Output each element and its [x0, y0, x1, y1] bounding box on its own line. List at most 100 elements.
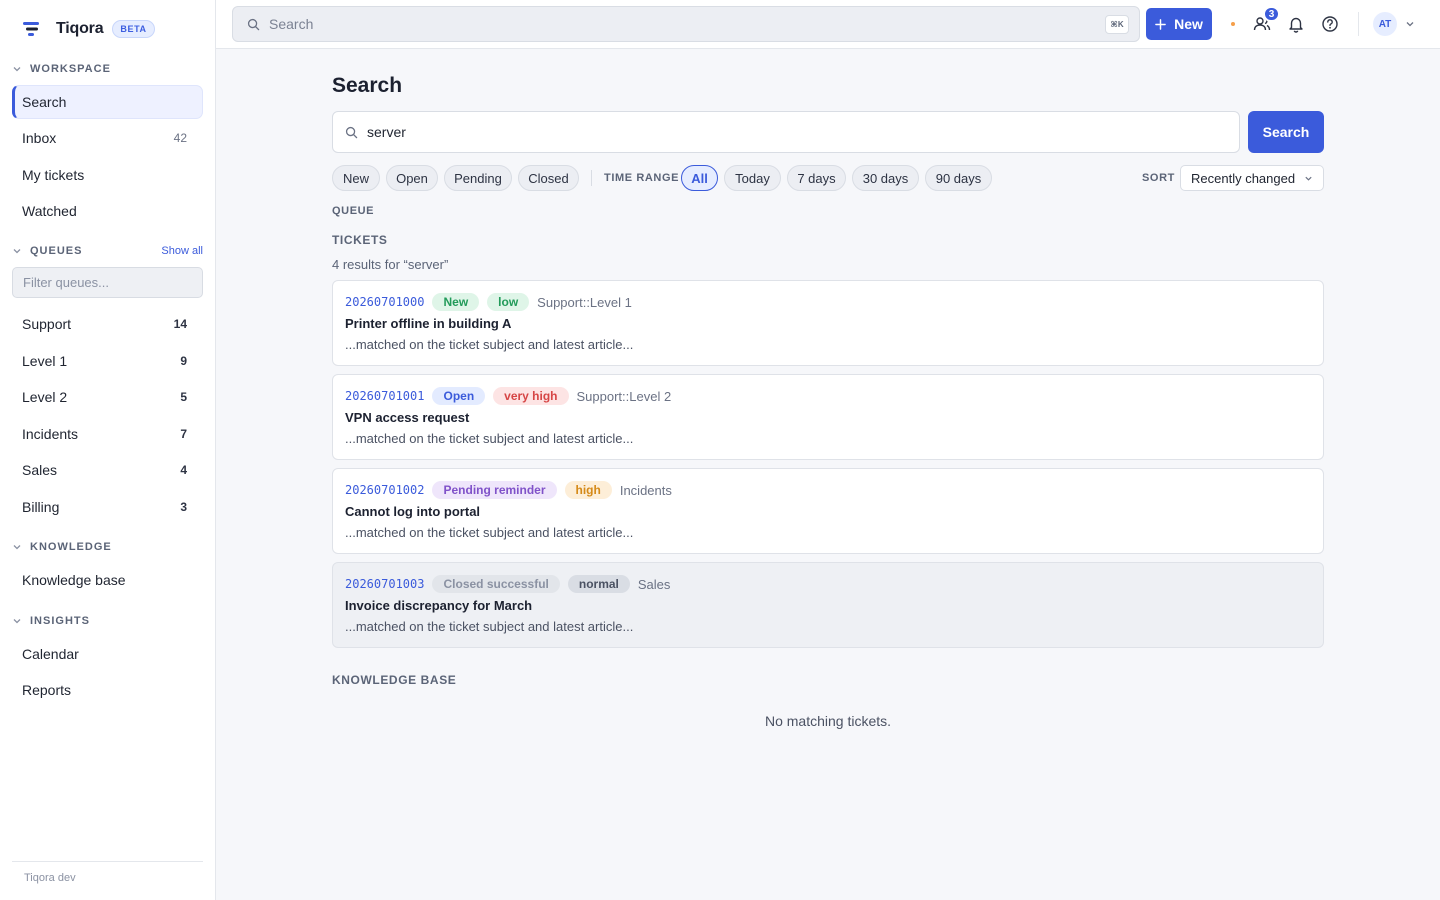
- queue-heading: QUEUE: [332, 205, 375, 217]
- sort-value: Recently changed: [1191, 170, 1296, 186]
- help-icon[interactable]: [1321, 15, 1339, 33]
- ticket-result[interactable]: 20260701001 Open very high Support::Leve…: [332, 374, 1324, 460]
- priority-badge: high: [564, 481, 612, 499]
- state-badge: Closed successful: [432, 575, 560, 593]
- tickets-heading: TICKETS: [332, 233, 388, 247]
- knowledge-heading: KNOWLEDGE: [30, 541, 112, 553]
- priority-badge: low: [487, 293, 530, 311]
- sort-label: SORT: [1142, 172, 1175, 184]
- sidebar-item-label: Knowledge base: [22, 572, 126, 588]
- ticket-snippet: ...matched on the ticket subject and lat…: [345, 431, 634, 446]
- ticket-snippet: ...matched on the ticket subject and lat…: [345, 525, 634, 540]
- page-title: Search: [332, 74, 403, 97]
- ticket-number[interactable]: 20260701002: [345, 483, 424, 497]
- ticket-title: Printer offline in building A: [345, 316, 512, 331]
- ticket-queue: Sales: [637, 576, 671, 592]
- plus-icon: [1155, 18, 1166, 30]
- empty-state-message: No matching tickets.: [764, 713, 892, 729]
- beta-badge: BETA: [112, 20, 155, 38]
- sidebar-item-label: My tickets: [22, 167, 85, 183]
- ticket-queue: Incidents: [619, 482, 672, 498]
- toolbar-divider: [1358, 12, 1359, 36]
- sidebar-item-queue-level-1[interactable]: Level 1 9: [12, 344, 203, 378]
- ticket-snippet: ...matched on the ticket subject and lat…: [345, 619, 634, 634]
- sidebar-item-queue-support[interactable]: Support 14: [12, 307, 203, 341]
- global-search-input[interactable]: Search ⌘K: [232, 6, 1140, 42]
- sidebar-item-reports[interactable]: Reports: [12, 673, 203, 707]
- sidebar-footer: Tiqora dev: [12, 861, 203, 894]
- sort-select[interactable]: Recently changed: [1180, 165, 1324, 191]
- queue-count: 9: [180, 354, 187, 368]
- insights-heading: INSIGHTS: [30, 615, 90, 627]
- new-button[interactable]: New: [1146, 8, 1212, 40]
- sidebar-item-label: Level 1: [22, 353, 68, 369]
- filter-queues-input[interactable]: Filter queues...: [12, 267, 203, 298]
- sidebar-item-label: Reports: [22, 682, 72, 698]
- sidebar: Tiqora BETA WORKSPACE Search Inbox 42 My…: [0, 0, 216, 900]
- filter-divider: [591, 170, 592, 186]
- brand[interactable]: Tiqora BETA: [22, 17, 155, 41]
- ticket-number[interactable]: 20260701000: [345, 295, 424, 309]
- time-range-today[interactable]: Today: [724, 165, 781, 191]
- queue-count: 7: [180, 427, 187, 441]
- avatar[interactable]: AT: [1373, 12, 1397, 36]
- ticket-number[interactable]: 20260701001: [345, 389, 424, 403]
- knowledge-base-heading: KNOWLEDGE BASE: [332, 673, 457, 687]
- ticket-result[interactable]: 20260701000 New low Support::Level 1 Pri…: [332, 280, 1324, 366]
- sidebar-item-search[interactable]: Search: [12, 85, 203, 119]
- sidebar-item-queue-level-2[interactable]: Level 2 5: [12, 380, 203, 414]
- search-query-value: server: [367, 124, 406, 140]
- queue-count: 3: [180, 500, 187, 514]
- sidebar-item-queue-incidents[interactable]: Incidents 7: [12, 417, 203, 451]
- queue-count: 5: [180, 390, 187, 404]
- ticket-result[interactable]: 20260701002 Pending reminder high Incide…: [332, 468, 1324, 554]
- time-range-30-days[interactable]: 30 days: [852, 165, 919, 191]
- chevron-down-icon[interactable]: [1405, 19, 1415, 29]
- sidebar-item-label: Incidents: [22, 426, 79, 442]
- chevron-down-icon: [13, 545, 21, 550]
- top-bar: Search ⌘K New 3 AT: [216, 0, 1440, 49]
- queues-section-toggle[interactable]: QUEUES Show all: [12, 244, 203, 258]
- sidebar-item-knowledge-base[interactable]: Knowledge base: [12, 563, 203, 597]
- priority-badge: very high: [493, 387, 569, 405]
- workspace-section-toggle[interactable]: WORKSPACE: [12, 62, 203, 76]
- state-badge: Pending reminder: [432, 481, 557, 499]
- sidebar-item-label: Inbox: [22, 130, 57, 146]
- ticket-result[interactable]: 20260701003 Closed successful normal Sal…: [332, 562, 1324, 648]
- sidebar-item-inbox[interactable]: Inbox 42: [12, 121, 203, 155]
- global-search-placeholder: Search: [269, 16, 314, 32]
- ticket-number[interactable]: 20260701003: [345, 577, 424, 591]
- time-range-90-days[interactable]: 90 days: [925, 165, 992, 191]
- knowledge-section-toggle[interactable]: KNOWLEDGE: [12, 540, 203, 554]
- chevron-down-icon: [1305, 176, 1312, 181]
- sidebar-item-label: Billing: [22, 499, 60, 515]
- bell-icon[interactable]: [1287, 15, 1305, 33]
- state-filter-pending[interactable]: Pending: [444, 165, 512, 191]
- queues-heading: QUEUES: [30, 245, 83, 257]
- queue-count: 4: [180, 463, 187, 477]
- sidebar-item-my-tickets[interactable]: My tickets: [12, 158, 203, 192]
- state-badge: Open: [432, 387, 486, 405]
- time-range-7-days[interactable]: 7 days: [787, 165, 846, 191]
- search-query-input[interactable]: server: [332, 111, 1240, 153]
- sidebar-item-queue-sales[interactable]: Sales 4: [12, 453, 203, 487]
- state-filter-closed[interactable]: Closed: [518, 165, 579, 191]
- sidebar-item-queue-billing[interactable]: Billing 3: [12, 490, 203, 524]
- inbox-count: 42: [173, 131, 187, 145]
- sidebar-item-calendar[interactable]: Calendar: [12, 637, 203, 671]
- time-range-all[interactable]: All: [681, 165, 718, 191]
- state-filter-open[interactable]: Open: [386, 165, 438, 191]
- ticket-title: Cannot log into portal: [345, 504, 481, 519]
- insights-section-toggle[interactable]: INSIGHTS: [12, 614, 203, 628]
- search-button[interactable]: Search: [1248, 111, 1324, 153]
- status-dot: [1231, 22, 1235, 26]
- state-badge: New: [432, 293, 480, 311]
- ticket-queue: Support::Level 1: [537, 294, 632, 310]
- sidebar-item-watched[interactable]: Watched: [12, 194, 203, 228]
- show-all-link[interactable]: Show all: [161, 245, 203, 257]
- ticket-title: VPN access request: [345, 410, 470, 425]
- sidebar-item-label: Search: [22, 94, 67, 110]
- ticket-title: Invoice discrepancy for March: [345, 598, 533, 613]
- sidebar-item-label: Calendar: [22, 646, 79, 662]
- state-filter-new[interactable]: New: [332, 165, 380, 191]
